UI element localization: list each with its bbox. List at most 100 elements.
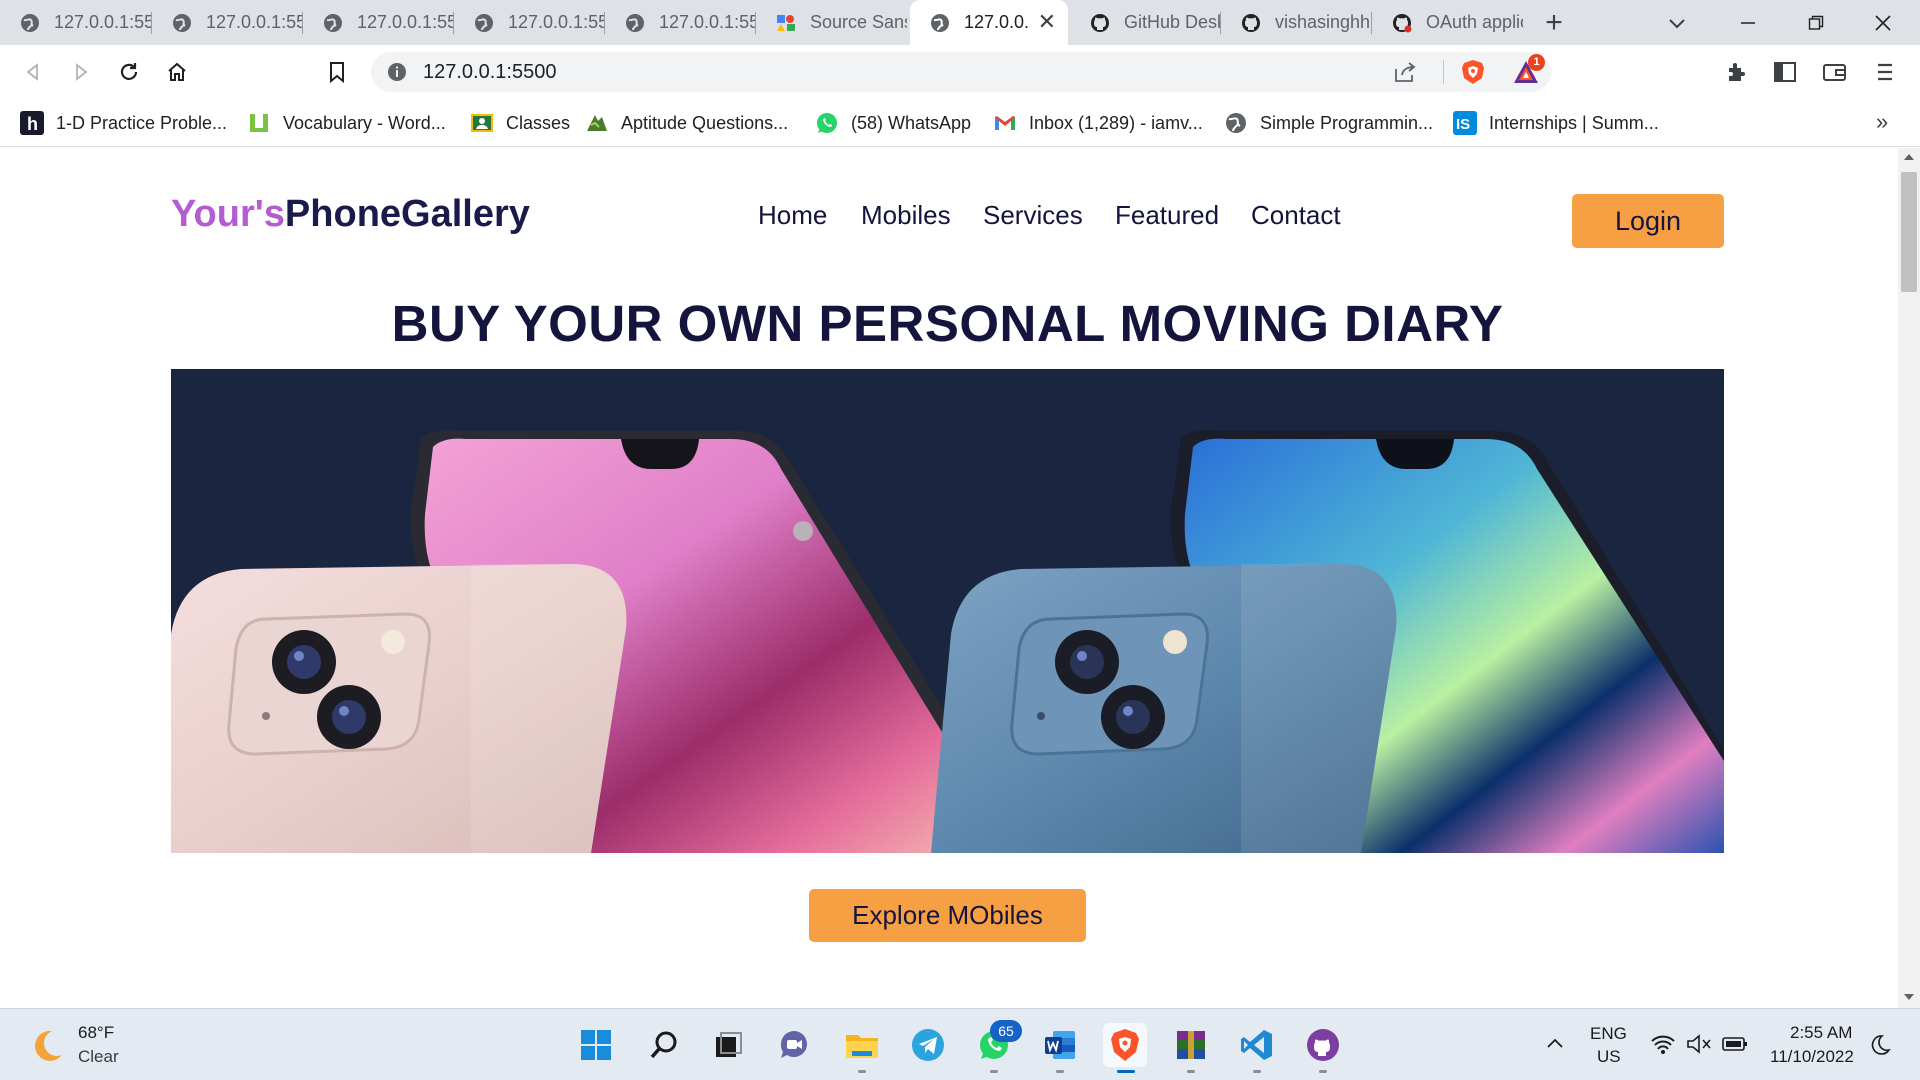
file-explorer-icon: [846, 1035, 878, 1058]
info-icon[interactable]: [387, 62, 407, 82]
running-indicator: [1056, 1070, 1064, 1073]
explore-mobiles-button[interactable]: Explore MObiles: [809, 889, 1086, 942]
speaker-muted-icon[interactable]: [1686, 1033, 1712, 1055]
wallet-button[interactable]: [1820, 57, 1850, 87]
browser-tab[interactable]: GitHub Desktop: [1070, 0, 1221, 45]
logo-accent-text: Your's: [171, 193, 285, 235]
logo-main-text: PhoneGallery: [284, 193, 530, 235]
nav-link-services[interactable]: Services: [983, 200, 1083, 231]
vscode-button[interactable]: [1235, 1023, 1279, 1073]
vscode-icon: [1241, 1030, 1272, 1060]
aptitude-icon: [587, 115, 607, 131]
input-language[interactable]: ENG: [1590, 1024, 1627, 1044]
address-url[interactable]: 127.0.0.1:5500: [423, 61, 556, 84]
brave-browser-button[interactable]: [1103, 1023, 1147, 1073]
bookmark-item[interactable]: Inbox (1,289) - iamv...: [993, 107, 1203, 139]
google-fonts-icon: [777, 14, 795, 31]
telegram-button[interactable]: [906, 1023, 950, 1067]
back-button[interactable]: [18, 57, 48, 87]
share-icon[interactable]: [1393, 61, 1417, 83]
tab-search-chevron-icon[interactable]: [1662, 8, 1692, 38]
hero-phone-image: [171, 369, 1724, 853]
forward-button[interactable]: [66, 57, 96, 87]
minimize-icon: [1741, 21, 1755, 24]
clock-time[interactable]: 2:55 AM: [1790, 1023, 1852, 1043]
menu-button[interactable]: [1870, 57, 1900, 87]
browser-tab-active[interactable]: 127.0.0.1:5500 ✕: [910, 0, 1068, 45]
more-bookmarks-button[interactable]: »: [1876, 109, 1888, 135]
bookmark-item[interactable]: Vocabulary - Word...: [247, 107, 446, 139]
task-view-button[interactable]: [706, 1023, 750, 1067]
weather-temperature[interactable]: 68°F: [78, 1023, 114, 1043]
bookmark-item[interactable]: IS Internships | Summ...: [1453, 107, 1659, 139]
bookmarks-bar: h 1-D Practice Proble... Vocabulary - Wo…: [0, 99, 1920, 147]
browser-tab[interactable]: Source Sans: [756, 0, 907, 45]
whatsapp-unread-badge: 65: [990, 1020, 1022, 1042]
bookmark-item[interactable]: h 1-D Practice Proble...: [20, 107, 227, 139]
file-explorer-button[interactable]: [840, 1023, 884, 1073]
word-button[interactable]: [1038, 1023, 1082, 1073]
bookmark-label: Inbox (1,289) - iamv...: [1029, 112, 1203, 133]
svg-text:IS: IS: [1456, 116, 1470, 133]
page-scrollbar[interactable]: [1898, 148, 1920, 1008]
input-region[interactable]: US: [1597, 1047, 1621, 1067]
clock-date[interactable]: 11/10/2022: [1770, 1047, 1854, 1067]
sidebar-button[interactable]: [1770, 57, 1800, 87]
home-icon: [168, 62, 186, 81]
browser-tab[interactable]: OAuth applications: [1372, 0, 1523, 45]
show-hidden-icons-chevron-icon[interactable]: [1545, 1035, 1565, 1051]
windows-taskbar: 68°F Clear 65 ENG US 2:55 AM 11/10/2022: [0, 1008, 1920, 1080]
login-button[interactable]: Login: [1572, 194, 1724, 248]
bookmark-item[interactable]: Classes: [470, 107, 570, 139]
browser-tab[interactable]: 127.0.0.1:5500: [0, 0, 152, 45]
reload-button[interactable]: [114, 57, 144, 87]
close-window-button[interactable]: [1853, 0, 1913, 45]
new-tab-button[interactable]: +: [1537, 6, 1571, 40]
hero-headline: BUY YOUR OWN PERSONAL MOVING DIARY: [391, 295, 1504, 352]
battery-icon[interactable]: [1722, 1033, 1748, 1055]
moon-weather-icon[interactable]: [28, 1027, 66, 1065]
scroll-up-arrow-icon[interactable]: [1904, 154, 1914, 160]
globe-icon: [173, 13, 191, 32]
browser-tab[interactable]: 127.0.0.1:5500: [152, 0, 303, 45]
bookmark-item[interactable]: (58) WhatsApp: [815, 107, 971, 139]
nav-link-featured[interactable]: Featured: [1115, 200, 1219, 231]
restore-icon: [1808, 15, 1824, 30]
close-tab-icon[interactable]: ✕: [1038, 11, 1056, 33]
bookmark-item[interactable]: Aptitude Questions...: [585, 107, 788, 139]
sidebar-icon: [1774, 62, 1796, 82]
browser-tab-strip: 127.0.0.1:5500 127.0.0.1:5500 127.0.0.1:…: [0, 0, 1920, 45]
notification-moon-icon[interactable]: [1868, 1033, 1892, 1057]
home-button[interactable]: [162, 57, 192, 87]
nav-link-home[interactable]: Home: [758, 200, 827, 231]
restore-button[interactable]: [1786, 0, 1846, 45]
bookmark-item[interactable]: Simple Programmin...: [1224, 107, 1433, 139]
running-indicator: [1187, 1070, 1195, 1073]
wifi-icon[interactable]: [1650, 1033, 1676, 1055]
browser-tab-title: 127.0.0.1:5500: [659, 12, 756, 32]
webpage: Your'sPhoneGallery Home Mobiles Services…: [0, 148, 1898, 1008]
nav-link-mobiles[interactable]: Mobiles: [861, 200, 951, 231]
minimize-button[interactable]: [1718, 0, 1778, 45]
browser-tab[interactable]: 127.0.0.1:5500: [454, 0, 605, 45]
github-icon: [1091, 13, 1109, 32]
windows-start-button[interactable]: [574, 1023, 618, 1067]
weather-condition[interactable]: Clear: [78, 1047, 119, 1067]
brave-shields-icon[interactable]: [1459, 58, 1487, 86]
scrollbar-thumb[interactable]: [1901, 172, 1917, 292]
winrar-button[interactable]: [1169, 1023, 1213, 1073]
browser-tab[interactable]: 127.0.0.1:5500: [605, 0, 756, 45]
address-bar[interactable]: 127.0.0.1:5500 1: [371, 52, 1551, 92]
word-icon: [1045, 1031, 1075, 1059]
browser-tab-title: 127.0.0.1:5500: [357, 12, 454, 32]
browser-tab[interactable]: 127.0.0.1:5500: [303, 0, 454, 45]
github-desktop-button[interactable]: [1301, 1023, 1345, 1073]
extensions-button[interactable]: [1722, 57, 1752, 87]
taskbar-search-button[interactable]: [642, 1023, 686, 1067]
bookmark-page-button[interactable]: [322, 57, 352, 87]
site-logo[interactable]: Your'sPhoneGallery: [171, 193, 530, 236]
browser-tab[interactable]: vishasinghh: [1221, 0, 1372, 45]
teams-chat-button[interactable]: [772, 1023, 816, 1067]
scroll-down-arrow-icon[interactable]: [1904, 994, 1914, 1000]
nav-link-contact[interactable]: Contact: [1251, 200, 1341, 231]
